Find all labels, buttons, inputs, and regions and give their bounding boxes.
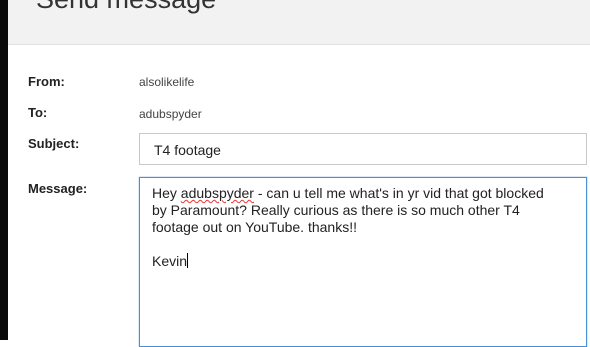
message-line1-prefix: Hey [152,185,181,201]
dialog-title: Send message [36,0,216,15]
message-line1-suffix: - can u tell me what's in yr vid that go… [253,185,544,201]
message-body: Hey adubspyder - can u tell me what's in… [152,185,572,270]
to-label: To: [28,105,48,120]
message-signature: Kevin [152,253,188,269]
message-line2: by Paramount? Really curious as there is… [152,202,520,218]
from-label: From: [28,74,65,89]
message-label: Message: [28,181,88,196]
subject-value: T4 footage [154,142,221,158]
dialog-header: Send message [8,0,590,45]
message-textarea[interactable]: Hey adubspyder - can u tell me what's in… [139,177,587,347]
to-value: adubspyder [139,107,202,121]
from-value: alsolikelife [139,75,195,89]
subject-field[interactable]: T4 footage [139,133,587,165]
misspelled-word: adubspyder [180,185,254,201]
window-left-edge [0,0,8,340]
text-cursor [187,253,189,268]
subject-label: Subject: [28,136,80,151]
message-line3: footage out on YouTube. thanks!! [152,219,357,235]
